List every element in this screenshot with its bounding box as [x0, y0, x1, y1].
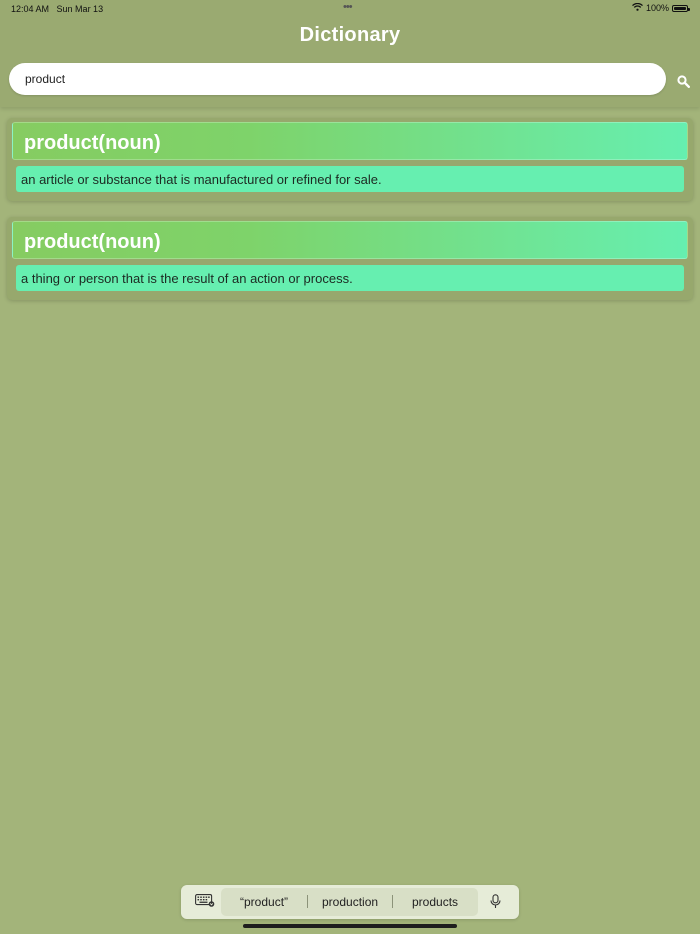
microphone-icon[interactable] — [490, 894, 501, 914]
keyboard-shortcut-bar: “product” production products — [181, 885, 519, 919]
search-field[interactable] — [9, 63, 666, 95]
search-input[interactable] — [25, 63, 645, 95]
battery-percent: 100% — [645, 3, 669, 13]
result-word: product(noun) — [24, 132, 161, 154]
result-card[interactable]: product(noun) a thing or person that is … — [7, 217, 693, 300]
battery-icon — [672, 4, 690, 12]
result-definition-box: a thing or person that is the result of … — [16, 265, 684, 291]
result-definition: an article or substance that is manufact… — [21, 172, 382, 187]
status-bar: 12:04 AM Sun Mar 13 ••• 100% — [0, 0, 700, 18]
search-button[interactable] — [675, 75, 691, 93]
suggestion-item[interactable]: products — [412, 895, 458, 909]
home-indicator[interactable] — [243, 924, 457, 928]
multitasking-dots[interactable]: ••• — [343, 1, 353, 13]
wifi-icon — [632, 2, 643, 13]
search-icon — [676, 75, 690, 93]
result-word: product(noun) — [24, 231, 161, 253]
suggestion-item[interactable]: “product” — [240, 895, 288, 909]
result-card-header: product(noun) — [12, 221, 688, 259]
app-header: 12:04 AM Sun Mar 13 ••• 100% Dictionary — [0, 0, 700, 107]
result-card[interactable]: product(noun) an article or substance th… — [7, 118, 693, 201]
suggestion-divider — [392, 895, 393, 908]
status-indicators: 100% — [632, 2, 690, 13]
result-card-header: product(noun) — [12, 122, 688, 160]
result-definition: a thing or person that is the result of … — [21, 271, 353, 286]
keyboard-icon[interactable] — [195, 894, 215, 912]
result-definition-box: an article or substance that is manufact… — [16, 166, 684, 192]
page-title: Dictionary — [299, 24, 401, 46]
suggestion-item[interactable]: production — [322, 895, 378, 909]
suggestion-divider — [307, 895, 308, 908]
status-time: 12:04 AM Sun Mar 13 — [11, 4, 104, 14]
